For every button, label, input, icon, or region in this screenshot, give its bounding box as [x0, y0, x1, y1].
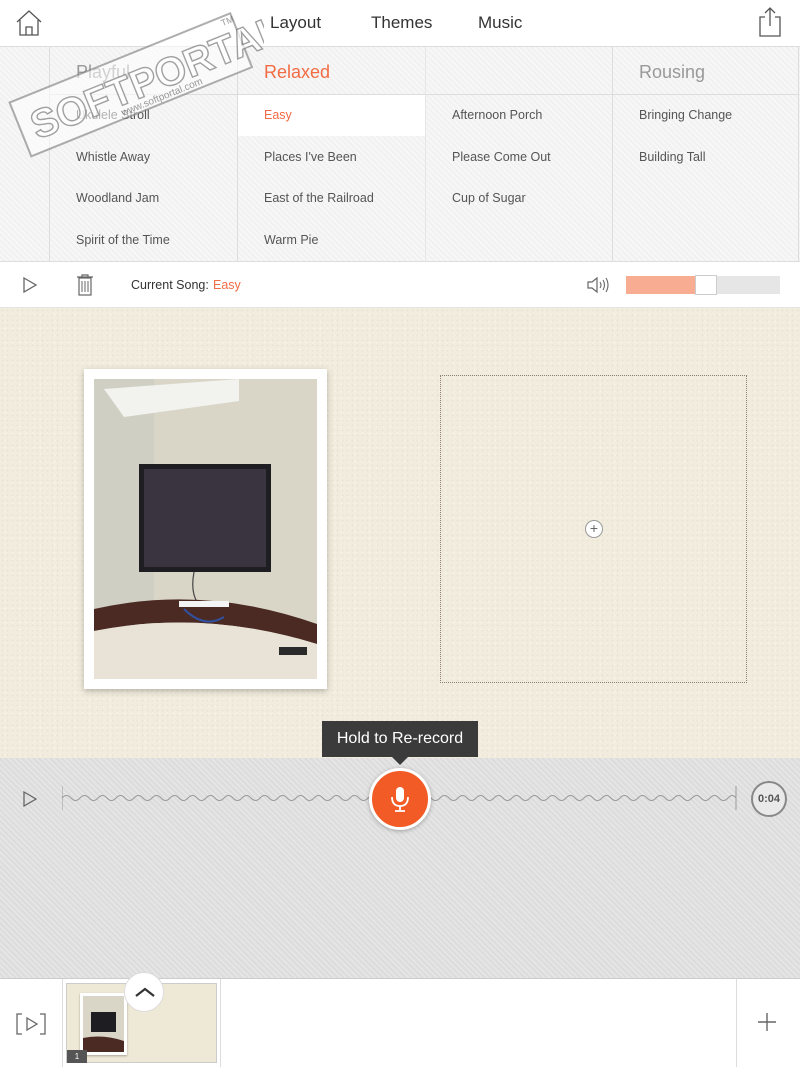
current-song-value: Easy: [213, 278, 241, 292]
slide-canvas: +: [0, 308, 800, 758]
music-panel: Playful Ukulele Stroll Whistle Away Wood…: [0, 47, 800, 262]
music-column-relaxed-continued: Afternoon Porch Please Come Out Cup of S…: [425, 47, 612, 261]
play-icon: [23, 790, 38, 808]
song-afternoon-porch[interactable]: Afternoon Porch: [426, 95, 612, 136]
microphone-icon: [391, 787, 409, 812]
divider: [62, 979, 63, 1067]
song-please-come-out[interactable]: Please Come Out: [426, 137, 612, 178]
song-easy[interactable]: Easy: [238, 95, 425, 136]
divider: [220, 979, 221, 1067]
photo-placeholder[interactable]: +: [440, 375, 747, 683]
song-building-tall[interactable]: Building Tall: [613, 137, 798, 178]
plus-circle-icon[interactable]: +: [585, 520, 603, 538]
volume-button[interactable]: [586, 275, 610, 300]
song-whistle-away[interactable]: Whistle Away: [50, 137, 237, 178]
trash-icon: [77, 274, 93, 296]
play-icon: [23, 276, 38, 294]
current-song-label: Current Song:: [131, 278, 209, 292]
song-play-button[interactable]: [22, 276, 38, 299]
song-spirit-of-the-time[interactable]: Spirit of the Time: [50, 220, 237, 261]
category-relaxed: Relaxed: [238, 47, 425, 95]
delete-song-button[interactable]: [76, 274, 94, 301]
tab-layout[interactable]: Layout: [270, 13, 321, 33]
record-tooltip: Hold to Re-record: [322, 721, 478, 765]
song-warm-pie[interactable]: Warm Pie: [238, 220, 425, 261]
tab-music[interactable]: Music: [478, 13, 522, 33]
category-rousing: Rousing: [613, 47, 798, 95]
audio-recorder: 0:04: [0, 758, 800, 978]
music-column-playful: Playful Ukulele Stroll Whistle Away Wood…: [49, 47, 237, 261]
song-control-bar: Current Song: Easy: [0, 262, 800, 308]
song-cup-of-sugar[interactable]: Cup of Sugar: [426, 178, 612, 219]
audio-play-button[interactable]: [22, 790, 38, 813]
recording-duration: 0:04: [751, 781, 787, 817]
photo-frame[interactable]: [84, 369, 327, 689]
top-bar: Layout Themes Music: [0, 0, 800, 47]
volume-icon: [587, 276, 609, 294]
song-east-of-the-railroad[interactable]: East of the Railroad: [238, 178, 425, 219]
home-icon: [16, 10, 42, 36]
record-button[interactable]: [369, 768, 431, 830]
share-button[interactable]: [757, 6, 783, 38]
divider: [736, 979, 737, 1067]
plus-icon: [758, 1013, 776, 1031]
preview-icon: [16, 1013, 46, 1035]
chevron-up-icon: [135, 987, 155, 997]
slide-number: 1: [67, 1050, 87, 1063]
slide-thumbnail[interactable]: 1: [66, 972, 217, 1063]
song-woodland-jam[interactable]: Woodland Jam: [50, 178, 237, 219]
category-spacer: [426, 47, 612, 95]
add-slide-button[interactable]: [756, 1011, 778, 1038]
thumbnail-photo: [80, 993, 127, 1055]
music-column-relaxed: Relaxed Easy Places I've Been East of th…: [237, 47, 425, 261]
home-button[interactable]: [14, 8, 44, 38]
slide-strip: 1: [0, 972, 800, 1067]
song-ukulele-stroll[interactable]: Ukulele Stroll: [50, 95, 237, 136]
tab-themes[interactable]: Themes: [371, 13, 432, 33]
music-column-rousing: Rousing Bringing Change Building Tall: [612, 47, 799, 261]
share-icon: [759, 7, 781, 37]
preview-button[interactable]: [15, 1012, 47, 1041]
category-playful: Playful: [50, 47, 237, 95]
song-bringing-change[interactable]: Bringing Change: [613, 95, 798, 136]
tv-photo: [94, 379, 317, 679]
song-places-ive-been[interactable]: Places I've Been: [238, 137, 425, 178]
volume-thumb[interactable]: [695, 275, 718, 295]
collapse-button[interactable]: [124, 972, 164, 1012]
volume-fill: [626, 276, 707, 294]
volume-slider[interactable]: [626, 275, 780, 295]
